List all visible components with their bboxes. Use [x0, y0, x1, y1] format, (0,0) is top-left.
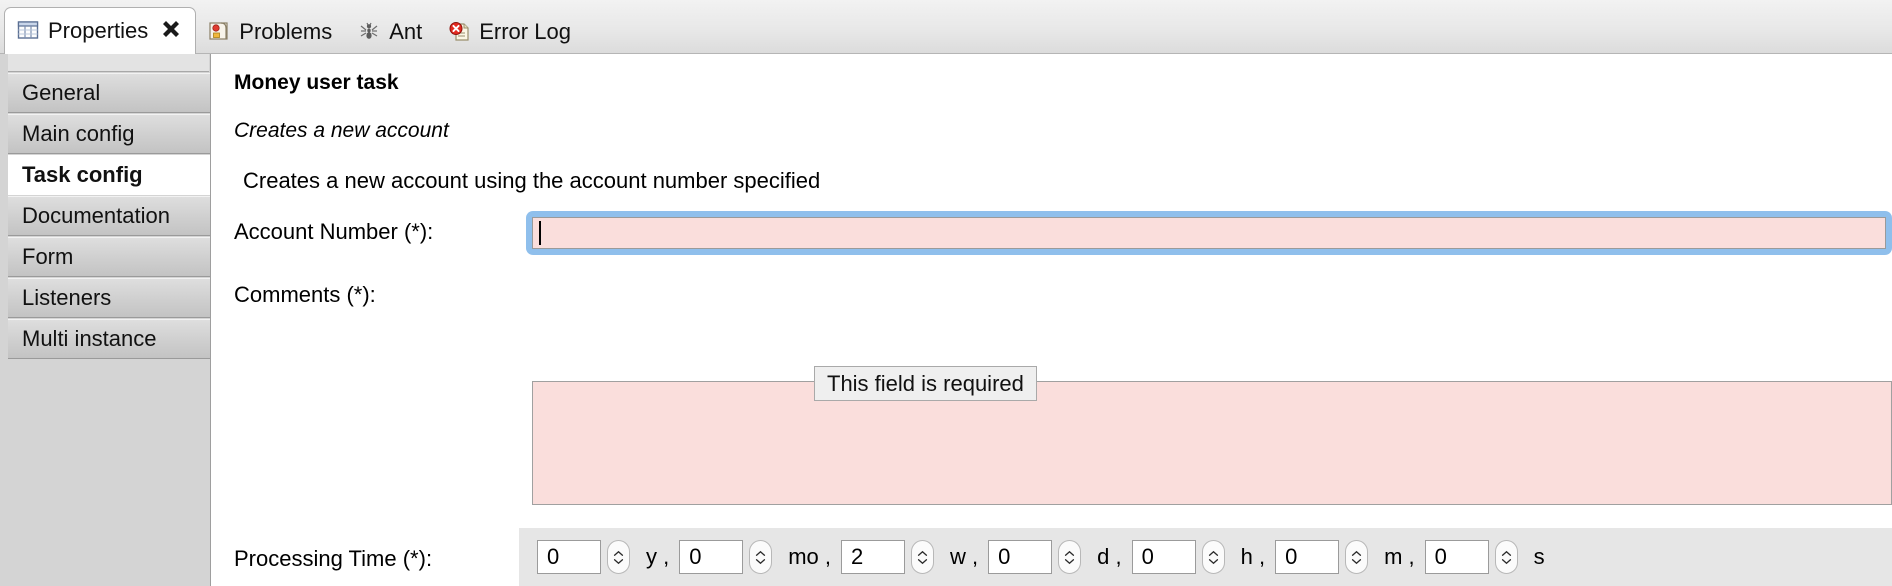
chevron-up-icon[interactable]	[1501, 550, 1512, 557]
validation-tooltip: This field is required	[814, 366, 1037, 401]
sidebar-item-multi-instance[interactable]: Multi instance	[8, 319, 210, 359]
sidebar-item-task-config[interactable]: Task config	[8, 155, 210, 195]
tab-ant[interactable]: Ant	[346, 9, 436, 55]
days-unit-label: d ,	[1097, 544, 1122, 569]
sidebar-item-documentation[interactable]: Documentation	[8, 196, 210, 236]
tab-error-log-label: Error Log	[479, 19, 571, 44]
text-caret	[539, 221, 541, 245]
sidebar-item-label: Documentation	[22, 203, 170, 228]
processing-time-days: 0 d ,	[988, 540, 1131, 574]
sidebar-item-form[interactable]: Form	[8, 237, 210, 277]
sidebar-item-label: General	[22, 80, 101, 105]
validation-tooltip-text: This field is required	[827, 370, 1024, 396]
sidebar-item-label: Main config	[22, 121, 135, 146]
days-input[interactable]: 0	[988, 540, 1053, 574]
sidebar-item-label: Task config	[22, 162, 143, 187]
sidebar-item-label: Listeners	[22, 285, 112, 310]
hours-stepper[interactable]	[1201, 540, 1225, 574]
ant-icon	[358, 20, 380, 44]
chevron-down-icon[interactable]	[1351, 558, 1362, 565]
tab-properties-label: Properties	[48, 18, 149, 43]
account-number-focus-ring	[526, 211, 1892, 255]
chevron-down-icon[interactable]	[1501, 558, 1512, 565]
tab-error-log[interactable]: Error Log	[436, 9, 585, 55]
months-input[interactable]: 0	[679, 540, 744, 574]
hours-unit-label: h ,	[1240, 544, 1266, 569]
task-config-panel: Money user task Creates a new account Cr…	[212, 54, 1892, 586]
account-number-label: Account Number (*):	[234, 219, 434, 244]
seconds-input[interactable]: 0	[1424, 540, 1489, 574]
chevron-up-icon[interactable]	[1208, 550, 1219, 557]
years-stepper[interactable]	[607, 540, 630, 574]
problems-icon	[208, 20, 230, 44]
minutes-stepper[interactable]	[1345, 540, 1369, 574]
comments-textarea[interactable]	[532, 381, 1892, 505]
processing-time-hours: 0 h ,	[1131, 540, 1275, 574]
chevron-up-icon[interactable]	[917, 550, 928, 557]
chevron-up-icon[interactable]	[1064, 550, 1075, 557]
task-description: Creates a new account using the account …	[243, 168, 821, 193]
days-stepper[interactable]	[1058, 540, 1082, 574]
processing-time-weeks: 2 w ,	[841, 540, 988, 574]
weeks-unit-label: w ,	[950, 544, 979, 569]
account-number-input[interactable]	[532, 217, 1886, 249]
months-unit-label: mo ,	[788, 544, 832, 569]
properties-tab-list: General Main config Task config Document…	[0, 54, 211, 586]
view-tab-bar: Properties Problems Ant Error Log	[0, 0, 1892, 55]
chevron-down-icon[interactable]	[755, 558, 766, 565]
tab-problems[interactable]: Problems	[196, 9, 346, 55]
processing-time-months: 0 mo ,	[679, 540, 841, 574]
close-icon[interactable]	[161, 19, 181, 43]
tab-strip: Properties Problems Ant Error Log	[0, 0, 1892, 55]
chevron-down-icon[interactable]	[917, 558, 928, 565]
sidebar-empty-area	[8, 359, 210, 539]
years-input[interactable]: 0	[537, 540, 601, 574]
properties-table-icon	[17, 19, 39, 43]
minutes-unit-label: m ,	[1384, 544, 1415, 569]
processing-time-years: 0 y ,	[537, 540, 679, 574]
sidebar-item-label: Form	[22, 244, 74, 269]
processing-time-row: 0 y , 0 mo , 2 w , 0 d , 0 h , 0 m , 0 s	[519, 528, 1892, 586]
tab-ant-label: Ant	[389, 19, 423, 44]
properties-view-body: General Main config Task config Document…	[0, 54, 1892, 586]
processing-time-seconds: 0 s	[1424, 540, 1555, 574]
comments-label: Comments (*):	[234, 282, 376, 307]
chevron-down-icon[interactable]	[1208, 558, 1219, 565]
hours-input[interactable]: 0	[1131, 540, 1196, 574]
processing-time-minutes: 0 m ,	[1275, 540, 1425, 574]
processing-time-label: Processing Time (*):	[234, 546, 433, 571]
sidebar-item-general[interactable]: General	[8, 73, 210, 113]
seconds-unit-label: s	[1533, 544, 1545, 569]
chevron-down-icon[interactable]	[613, 558, 624, 565]
chevron-up-icon[interactable]	[755, 550, 766, 557]
months-stepper[interactable]	[749, 540, 773, 574]
years-unit-label: y ,	[646, 544, 670, 569]
tab-problems-label: Problems	[239, 19, 333, 44]
seconds-stepper[interactable]	[1494, 540, 1518, 574]
sidebar-top-filler	[8, 54, 209, 72]
tab-properties[interactable]: Properties	[4, 7, 197, 55]
sidebar-item-main-config[interactable]: Main config	[8, 114, 210, 154]
sidebar-item-label: Multi instance	[22, 326, 157, 351]
page-subtitle: Creates a new account	[234, 119, 449, 142]
chevron-up-icon[interactable]	[613, 550, 624, 557]
chevron-down-icon[interactable]	[1064, 558, 1075, 565]
error-log-icon	[448, 20, 470, 44]
minutes-input[interactable]: 0	[1275, 540, 1340, 574]
weeks-input[interactable]: 2	[841, 540, 906, 574]
sidebar-item-listeners[interactable]: Listeners	[8, 278, 210, 318]
chevron-up-icon[interactable]	[1351, 550, 1362, 557]
weeks-stepper[interactable]	[911, 540, 935, 574]
page-title: Money user task	[234, 71, 399, 94]
